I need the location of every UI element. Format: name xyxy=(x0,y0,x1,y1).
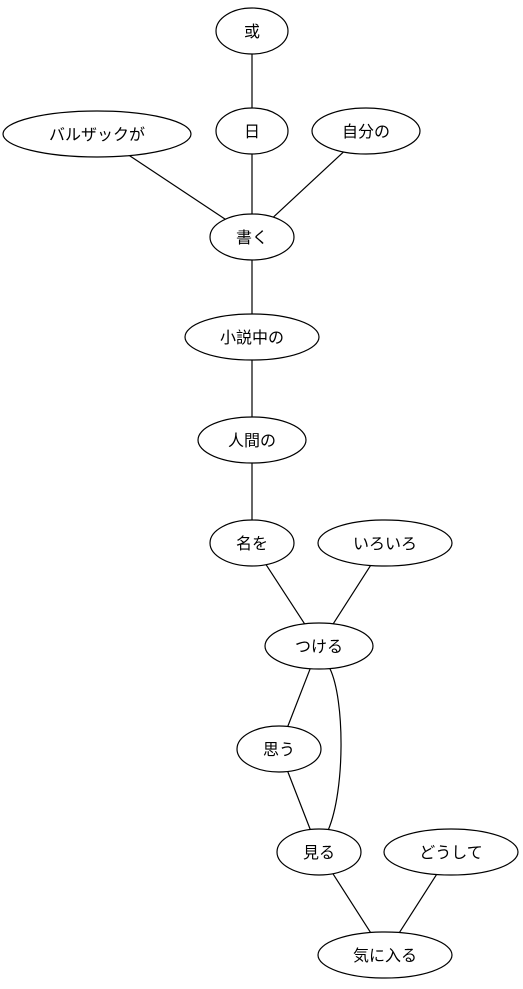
node-label: 日 xyxy=(244,122,260,141)
node-balzac: バルザックが xyxy=(2,110,192,158)
node-label: 或 xyxy=(244,22,260,41)
nodes-layer: 或日 バルザックが 自分の書く小説中の人間の名を いろいろつける思う見る どうして気に入… xyxy=(2,7,519,979)
edge-balzac-kaku xyxy=(129,155,226,220)
node-kiniiru: 気に入る xyxy=(317,931,453,979)
node-nawo: 名を xyxy=(209,519,295,567)
edge-nawo-tsukeru xyxy=(265,564,306,625)
node-label: 書く xyxy=(236,228,268,247)
edge-tsukeru-miru xyxy=(327,668,342,830)
edge-doushite-kiniiru xyxy=(398,874,438,933)
dependency-tree-diagram: 或日 バルザックが 自分の書く小説中の人間の名を いろいろつける思う見る どうして気に入… xyxy=(2,7,519,979)
node-miru: 見る xyxy=(276,828,362,876)
node-jibun: 自分の xyxy=(311,107,421,155)
node-shosetsu: 小説中の xyxy=(184,313,320,361)
node-iroiro: いろいろ xyxy=(317,519,453,567)
node-label: いろいろ xyxy=(353,534,417,553)
node-aru: 或 xyxy=(215,7,289,55)
node-label: 思う xyxy=(263,740,295,759)
edge-jibun-kaku xyxy=(272,151,344,218)
node-hi: 日 xyxy=(215,107,289,155)
node-ningen: 人間の xyxy=(197,416,307,464)
node-omou: 思う xyxy=(236,725,322,773)
node-label: どうして xyxy=(419,843,483,862)
edges-layer xyxy=(129,54,438,933)
node-label: つける xyxy=(295,637,343,656)
node-label: 見る xyxy=(303,843,335,862)
node-label: バルザックが xyxy=(49,125,145,144)
node-tsukeru: つける xyxy=(264,622,374,670)
node-label: 名を xyxy=(236,534,268,553)
node-label: 人間の xyxy=(228,431,276,450)
node-label: 小説中の xyxy=(220,328,284,347)
node-doushite: どうして xyxy=(383,828,519,876)
edge-omou-miru xyxy=(287,771,311,830)
node-label: 自分の xyxy=(342,122,390,141)
edge-miru-kiniiru xyxy=(332,873,372,933)
node-kaku: 書く xyxy=(209,213,295,261)
node-label: 気に入る xyxy=(353,946,417,965)
edge-iroiro-tsukeru xyxy=(332,565,372,625)
edge-tsukeru-omou xyxy=(287,668,311,727)
